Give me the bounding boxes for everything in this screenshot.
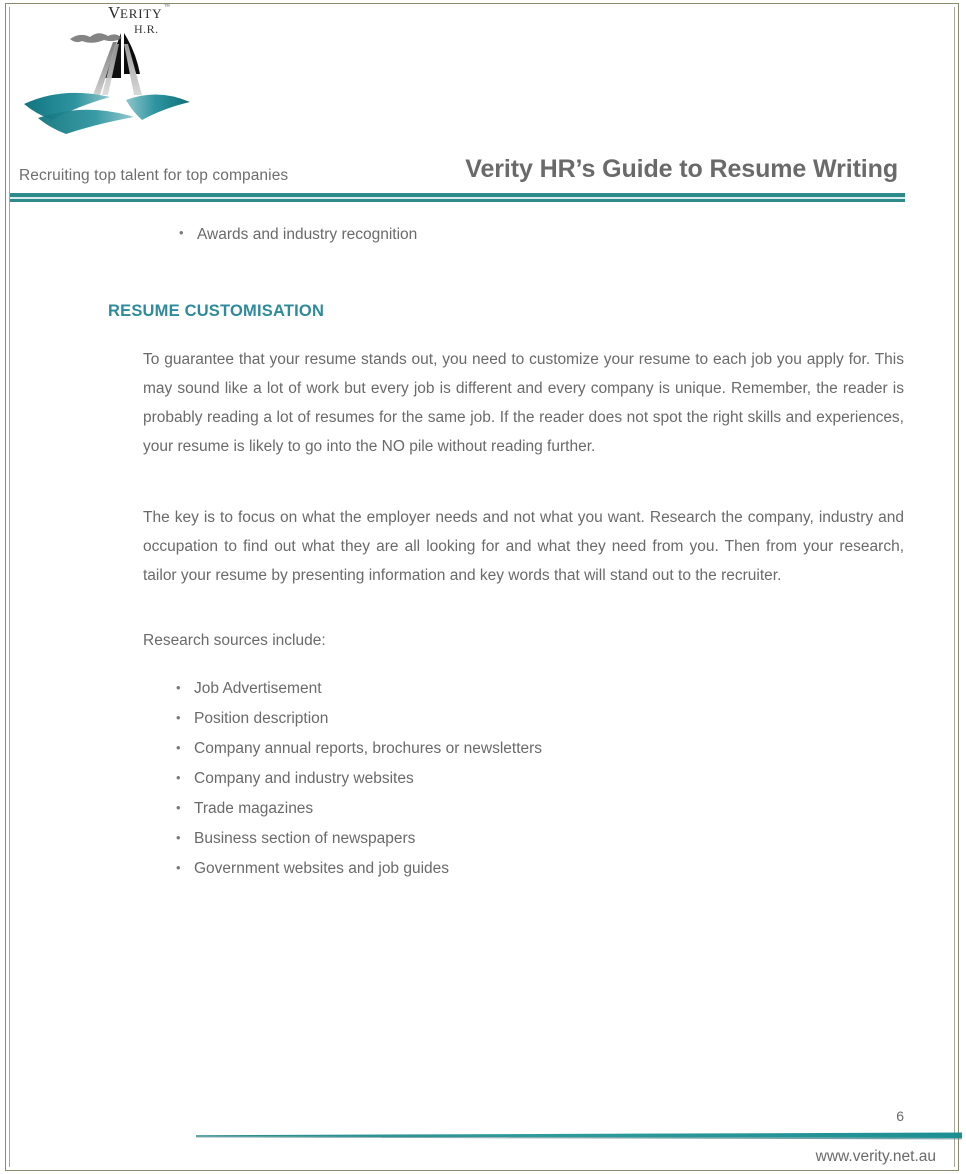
section-heading: RESUME CUSTOMISATION	[108, 302, 325, 320]
svg-text:H.R.: H.R.	[134, 22, 159, 36]
footer-divider	[196, 1132, 962, 1142]
header-divider	[10, 193, 905, 204]
svg-text:ERITY: ERITY	[120, 6, 162, 21]
footer-divider-line	[196, 1132, 962, 1140]
svg-text:™: ™	[164, 4, 170, 10]
list-item: Company annual reports, brochures or new…	[172, 733, 542, 764]
logo-tagline: Recruiting top talent for top companies	[19, 167, 289, 184]
research-sources-list: Job Advertisement Position description C…	[172, 673, 542, 884]
header-divider-bar-bottom	[10, 199, 905, 202]
page-content: Awards and industry recognition RESUME C…	[0, 208, 966, 883]
list-item: Business section of newspapers	[172, 823, 542, 854]
list-item: Position description	[172, 703, 542, 734]
verity-hr-logo: V ERITY ™ H.R.	[18, 0, 228, 160]
paragraph-resume-customisation-2: The key is to focus on what the employer…	[143, 509, 904, 584]
page-header: V ERITY ™ H.R. Recruiting top talent for…	[0, 0, 966, 208]
paragraph-resume-customisation-1: To guarantee that your resume stands out…	[143, 351, 904, 455]
research-sources-intro: Research sources include:	[143, 632, 326, 649]
list-item: Awards and industry recognition	[175, 225, 966, 244]
lighthouse-waves-logo-icon: V ERITY ™ H.R.	[24, 3, 190, 134]
lead-bullet-list: Awards and industry recognition	[175, 225, 966, 244]
list-item: Government websites and job guides	[172, 853, 542, 884]
document-page: V ERITY ™ H.R. Recruiting top talent for…	[0, 0, 966, 1174]
list-item: Job Advertisement	[172, 673, 542, 704]
page-number: 6	[896, 1108, 904, 1124]
footer-website-url: www.verity.net.au	[815, 1148, 936, 1165]
list-item: Company and industry websites	[172, 763, 542, 794]
list-item: Trade magazines	[172, 793, 542, 824]
page-title: Verity HR’s Guide to Resume Writing	[465, 155, 898, 183]
